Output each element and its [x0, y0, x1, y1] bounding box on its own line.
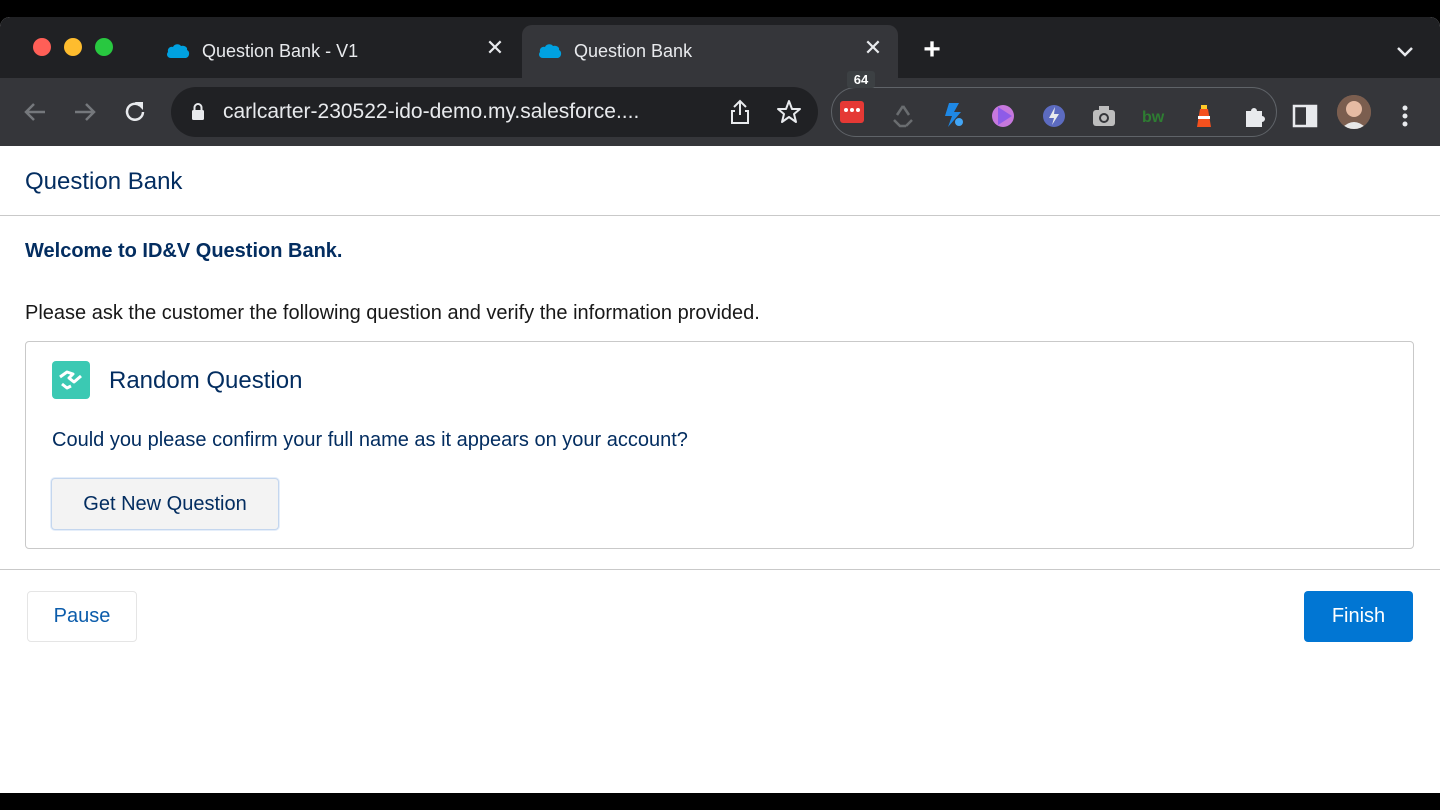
page-content: Question Bank Welcome to ID&V Question B…: [0, 146, 1440, 793]
gradient-extension-icon[interactable]: [990, 103, 1016, 129]
pause-button[interactable]: Pause: [27, 591, 137, 642]
extensions-puzzle-icon[interactable]: [1242, 103, 1268, 129]
instruction-text: Please ask the customer the following qu…: [25, 302, 760, 324]
close-window-button[interactable]: [33, 38, 51, 56]
card-title: Random Question: [109, 367, 303, 394]
new-tab-plus-icon[interactable]: +: [918, 35, 946, 65]
tab-title: Question Bank - V1: [202, 41, 359, 61]
salesforce-cloud-icon: [167, 44, 190, 58]
get-new-question-button[interactable]: Get New Question: [51, 478, 279, 530]
browser-toolbar: carlcarter-230522-ido-demo.my.salesforce…: [0, 78, 1440, 146]
calendar-extension-icon[interactable]: [839, 98, 865, 124]
menu-kebab-icon[interactable]: [1393, 103, 1417, 129]
side-panel-icon[interactable]: [1292, 103, 1318, 129]
camera-extension-icon[interactable]: [1091, 103, 1117, 129]
bolt-gear-extension-icon[interactable]: [1041, 103, 1067, 129]
handshake-icon: [52, 361, 90, 399]
svg-text:bw: bw: [1142, 109, 1165, 126]
extension-badge: 64: [847, 71, 875, 88]
tab-question-bank[interactable]: Question Bank ✕: [522, 25, 898, 78]
tab-question-bank-v1[interactable]: Question Bank - V1 ✕: [150, 25, 520, 78]
tab-strip: Question Bank - V1 ✕ Question Bank ✕ +: [0, 17, 1440, 78]
footer-divider: [0, 569, 1440, 570]
url-text[interactable]: carlcarter-230522-ido-demo.my.salesforce…: [223, 100, 639, 124]
bw-extension-icon[interactable]: bw: [1141, 103, 1167, 129]
reload-icon[interactable]: [121, 98, 149, 126]
salesforce-cloud-icon: [539, 44, 562, 58]
page-title: Question Bank: [25, 168, 183, 195]
minimize-window-button[interactable]: [64, 38, 82, 56]
chevron-down-icon[interactable]: [1393, 39, 1417, 63]
lock-icon[interactable]: [191, 103, 205, 120]
star-icon[interactable]: [776, 99, 802, 125]
finish-button[interactable]: Finish: [1304, 591, 1413, 642]
maximize-window-button[interactable]: [95, 38, 113, 56]
question-text: Could you please confirm your full name …: [52, 429, 688, 451]
lighthouse-extension-icon[interactable]: [1191, 103, 1217, 129]
back-icon[interactable]: [21, 98, 49, 126]
tab-close-icon[interactable]: ✕: [484, 37, 506, 59]
tab-title: Question Bank: [574, 41, 693, 61]
forward-icon[interactable]: [71, 98, 99, 126]
share-icon[interactable]: [728, 99, 752, 125]
browser-window: Question Bank - V1 ✕ Question Bank ✕ + c…: [0, 17, 1440, 793]
screen-frame: Question Bank - V1 ✕ Question Bank ✕ + c…: [0, 0, 1440, 810]
address-bar[interactable]: carlcarter-230522-ido-demo.my.salesforce…: [171, 87, 818, 137]
tab-close-icon[interactable]: ✕: [862, 37, 884, 59]
welcome-heading: Welcome to ID&V Question Bank.: [25, 240, 343, 262]
profile-avatar[interactable]: [1337, 95, 1371, 129]
page-header: Question Bank: [0, 146, 1440, 216]
avatar-face-icon: [1337, 95, 1371, 129]
recycle-extension-icon[interactable]: [890, 103, 916, 129]
lightning-extension-icon[interactable]: [940, 102, 966, 128]
question-card: Random Question Could you please confirm…: [25, 341, 1414, 549]
